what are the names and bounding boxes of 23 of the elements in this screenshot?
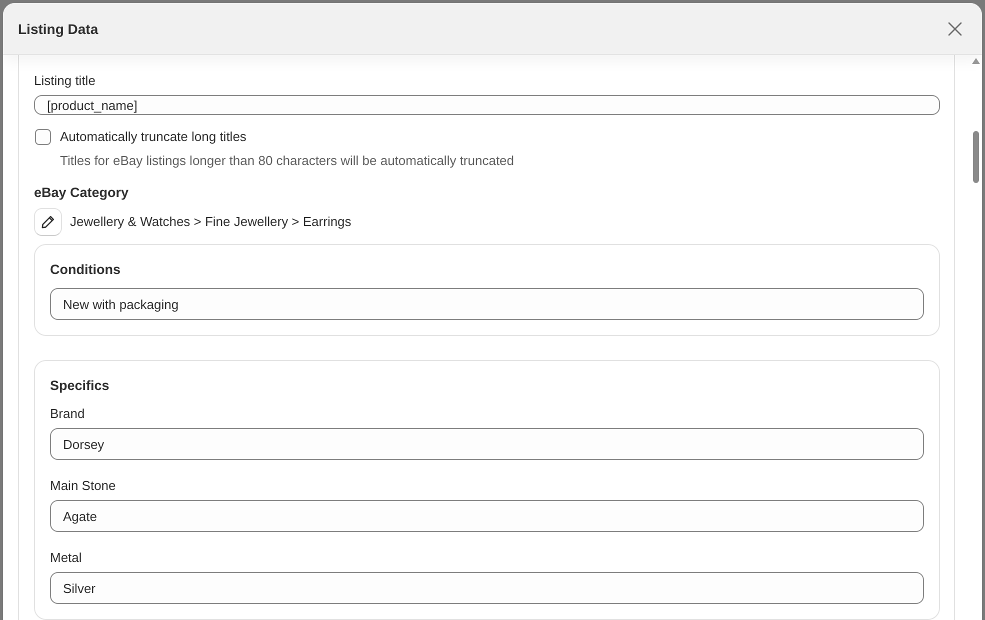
- section-heading: eBay Category: [34, 184, 129, 202]
- checkbox-label: Automatically truncate long titles: [60, 128, 246, 146]
- close-button[interactable]: [946, 20, 964, 38]
- hint-text: Titles for eBay listings longer than 80 characters will be automatically truncated: [60, 152, 514, 170]
- category-path: Jewellery & Watches > Fine Jewellery > Earrings: [70, 213, 352, 231]
- text-field[interactable]: [product_name]: [34, 95, 940, 115]
- text-field[interactable]: Silver: [50, 572, 924, 604]
- field-label: Listing title: [34, 72, 96, 90]
- text-field[interactable]: Dorsey: [50, 428, 924, 460]
- dialog-title: Listing Data: [18, 20, 98, 36]
- edit-category-button[interactable]: [34, 208, 62, 236]
- pencil-icon: [41, 215, 55, 229]
- card-heading: Conditions: [50, 261, 120, 279]
- checkbox[interactable]: [35, 129, 51, 145]
- field-label: Brand: [50, 405, 85, 423]
- field-label: Main Stone: [50, 477, 116, 495]
- scroll-up-arrow-icon[interactable]: [972, 58, 980, 64]
- card-heading: Specifics: [50, 377, 110, 395]
- close-icon: [948, 22, 962, 36]
- scrollbar-thumb[interactable]: [973, 131, 979, 183]
- text-field[interactable]: Agate: [50, 500, 924, 532]
- field-label: Metal: [50, 549, 82, 567]
- text-field[interactable]: New with packaging: [50, 288, 924, 320]
